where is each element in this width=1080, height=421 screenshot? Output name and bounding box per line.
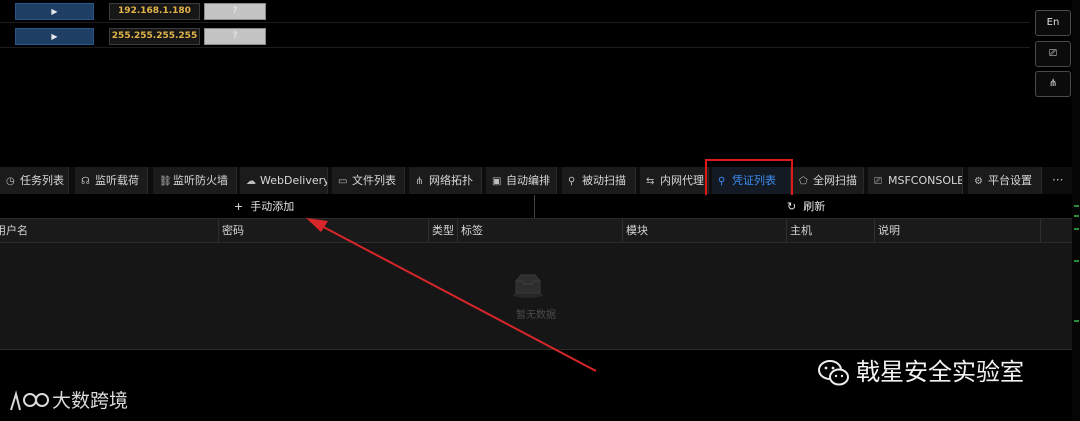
scrollbar-strip[interactable] bbox=[1072, 0, 1080, 421]
brand-logo-icon bbox=[10, 389, 49, 410]
brand-text: 大数跨境 bbox=[52, 390, 129, 412]
brand-watermark: 大数跨境 bbox=[8, 386, 128, 416]
watermark-text: 戟星安全实验室 bbox=[856, 358, 1024, 386]
wechat-icon bbox=[818, 360, 849, 386]
watermark: 戟星安全实验室 bbox=[818, 355, 1024, 389]
